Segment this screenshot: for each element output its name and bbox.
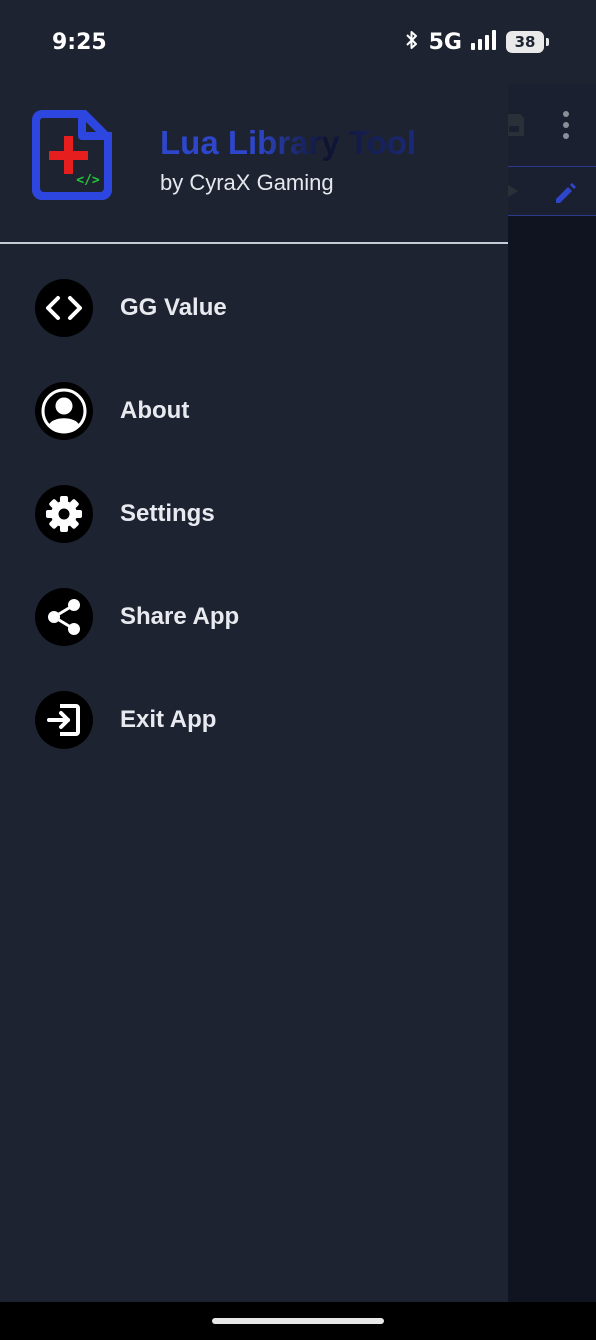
gear-icon	[35, 485, 93, 543]
battery-icon: 38	[506, 31, 549, 53]
app-title: Lua Library Tool	[160, 124, 417, 161]
network-type: 5G	[428, 29, 462, 55]
svg-text:</>: </>	[76, 173, 100, 188]
system-nav-bar	[0, 1302, 596, 1340]
person-icon	[35, 382, 93, 440]
status-time: 9:25	[52, 30, 107, 55]
menu-item-exit-app[interactable]: Exit App	[0, 675, 508, 765]
navigation-drawer: </> Lua Library Tool by CyraX Gaming GG …	[0, 84, 508, 1302]
app-subtitle: by CyraX Gaming	[160, 170, 334, 195]
arrow-right-icon[interactable]	[506, 181, 524, 206]
edit-icon[interactable]	[552, 179, 578, 210]
signal-icon	[470, 29, 498, 56]
header-divider	[0, 242, 508, 244]
bluetooth-icon	[403, 29, 421, 56]
menu-item-about[interactable]: About	[0, 366, 508, 456]
menu-label: Share App	[120, 603, 240, 630]
exit-icon	[35, 691, 93, 749]
background-toolbar	[504, 84, 596, 166]
menu-item-settings[interactable]: Settings	[0, 469, 508, 559]
more-vert-icon[interactable]	[562, 110, 570, 145]
background-app	[504, 84, 596, 1302]
status-bar: 9:25 5G 38	[0, 0, 596, 84]
menu-label: About	[120, 397, 190, 424]
background-toolbar-secondary	[508, 166, 596, 216]
menu-item-share-app[interactable]: Share App	[0, 572, 508, 662]
menu-item-gg-value[interactable]: GG Value	[0, 263, 508, 353]
code-file-plus-icon: </>	[28, 106, 116, 204]
menu-label: Settings	[120, 500, 215, 527]
menu-label: GG Value	[120, 294, 227, 321]
status-icons: 5G 38	[403, 28, 549, 56]
code-brackets-icon	[35, 279, 93, 337]
home-indicator[interactable]	[212, 1318, 384, 1324]
drawer-header: </> Lua Library Tool by CyraX Gaming	[0, 84, 508, 244]
share-icon	[35, 588, 93, 646]
menu-label: Exit App	[120, 706, 217, 733]
